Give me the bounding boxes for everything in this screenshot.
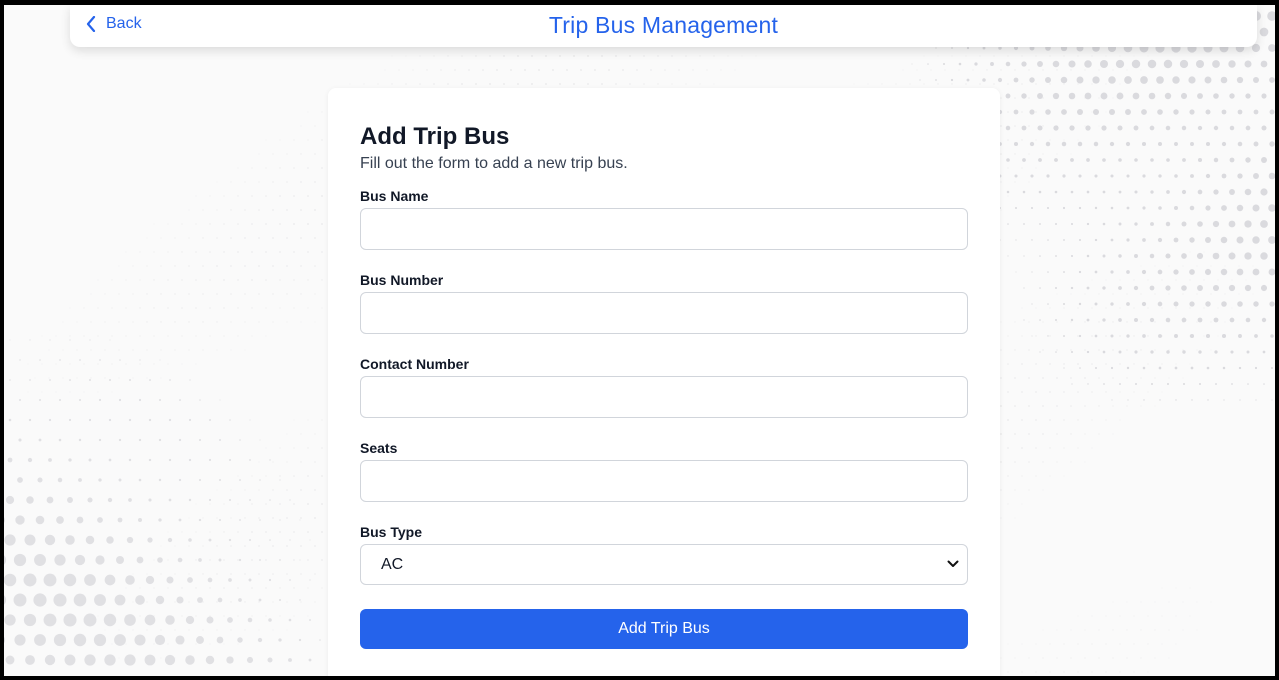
page-title: Trip Bus Management [548,12,779,38]
seats-field-group: Seats [360,440,968,502]
contact-number-field-group: Contact Number [360,356,968,418]
bus-name-label: Bus Name [360,188,429,204]
add-trip-bus-form: Add Trip Bus Fill out the form to add a … [360,122,968,649]
bus-type-select[interactable]: AC [360,544,968,585]
add-trip-bus-button[interactable]: Add Trip Bus [360,609,968,649]
bus-type-field-group: Bus Type AC [360,524,968,585]
form-subtitle: Fill out the form to add a new trip bus. [360,155,628,172]
seats-input[interactable] [360,460,968,502]
bus-type-label: Bus Type [360,524,422,540]
contact-number-input[interactable] [360,376,968,418]
bus-number-input[interactable] [360,292,968,334]
add-trip-bus-card: Add Trip Bus Fill out the form to add a … [328,88,1000,680]
form-title: Add Trip Bus [360,123,510,150]
bus-name-field-group: Bus Name [360,188,968,250]
bus-name-input[interactable] [360,208,968,250]
contact-number-label: Contact Number [360,356,469,372]
bus-number-field-group: Bus Number [360,272,968,334]
seats-label: Seats [360,440,398,456]
bus-number-label: Bus Number [360,272,444,288]
bus-type-selected-value: AC [381,555,404,573]
chevron-down-icon [947,560,959,567]
top-header-bar: Back Trip Bus Management [70,4,1257,47]
